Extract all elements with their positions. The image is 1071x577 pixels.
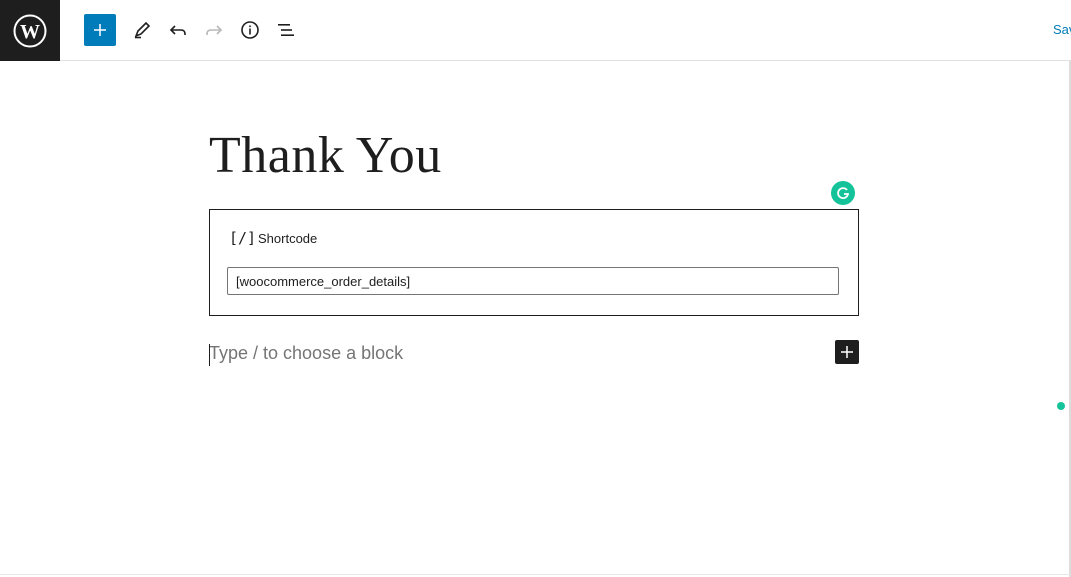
add-block-button[interactable]: [84, 14, 116, 46]
wordpress-icon: W: [13, 14, 47, 47]
undo-icon: [169, 25, 186, 35]
undo-button[interactable]: [162, 14, 194, 46]
plus-icon: [94, 24, 106, 36]
details-button[interactable]: [234, 14, 266, 46]
shortcode-label: Shortcode: [258, 231, 318, 246]
wordpress-logo-button[interactable]: W: [0, 0, 60, 61]
shortcode-input[interactable]: [227, 267, 839, 295]
grammarly-status-dot: [1057, 402, 1065, 410]
empty-paragraph-block[interactable]: Type / to choose a block: [209, 342, 857, 368]
tools-button[interactable]: [126, 14, 158, 46]
pencil-icon: [134, 21, 151, 39]
block-inserter-button[interactable]: [835, 340, 859, 364]
post-title[interactable]: Thank You: [209, 124, 442, 188]
editor-footer-border: [0, 574, 1071, 575]
list-view-icon: [278, 24, 294, 36]
grammarly-icon: [837, 187, 850, 199]
redo-icon: [206, 25, 223, 35]
shortcode-block[interactable]: [/] Shortcode: [209, 209, 859, 316]
info-icon: [241, 21, 259, 39]
editor-header: W Sa: [0, 0, 1071, 61]
block-placeholder: Type / to choose a block: [209, 343, 404, 363]
list-view-button[interactable]: [270, 14, 302, 46]
save-draft-link[interactable]: Save draft: [1053, 22, 1071, 37]
shortcode-icon: [/]: [229, 229, 257, 247]
svg-text:W: W: [20, 21, 40, 43]
grammarly-button[interactable]: [831, 181, 855, 205]
text-caret: [209, 344, 210, 366]
redo-button[interactable]: [198, 14, 230, 46]
plus-icon: [841, 346, 853, 358]
